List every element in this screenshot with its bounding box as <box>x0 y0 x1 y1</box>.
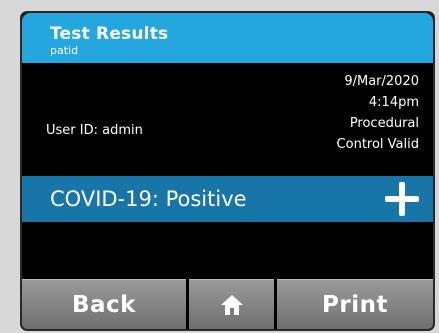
result-date: 9/Mar/2020 <box>344 74 419 89</box>
back-button-label: Back <box>72 291 136 318</box>
print-button-label: Print <box>322 291 388 318</box>
footer-toolbar: Back Print <box>22 279 433 329</box>
result-metadata: 9/Mar/2020 4:14pm Procedural Control Val… <box>219 71 419 155</box>
print-button[interactable]: Print <box>277 279 433 329</box>
plus-icon <box>383 181 421 217</box>
procedural-control-label-line2: Control Valid <box>336 137 419 152</box>
procedural-control-label-line1: Procedural <box>349 116 419 131</box>
result-bar: COVID-19: Positive <box>22 176 433 222</box>
result-time: 4:14pm <box>368 95 419 110</box>
page-title: Test Results <box>50 24 169 44</box>
device-screen: Test Results patid 9/Mar/2020 4:14pm Pro… <box>22 13 433 329</box>
patient-id-label: patid <box>50 44 79 57</box>
back-button[interactable]: Back <box>22 279 186 329</box>
home-button[interactable] <box>189 279 274 329</box>
header-bar: Test Results patid <box>22 13 433 63</box>
user-id-label: User ID: admin <box>46 123 143 138</box>
home-icon <box>220 294 243 315</box>
result-text: COVID-19: Positive <box>50 187 247 211</box>
